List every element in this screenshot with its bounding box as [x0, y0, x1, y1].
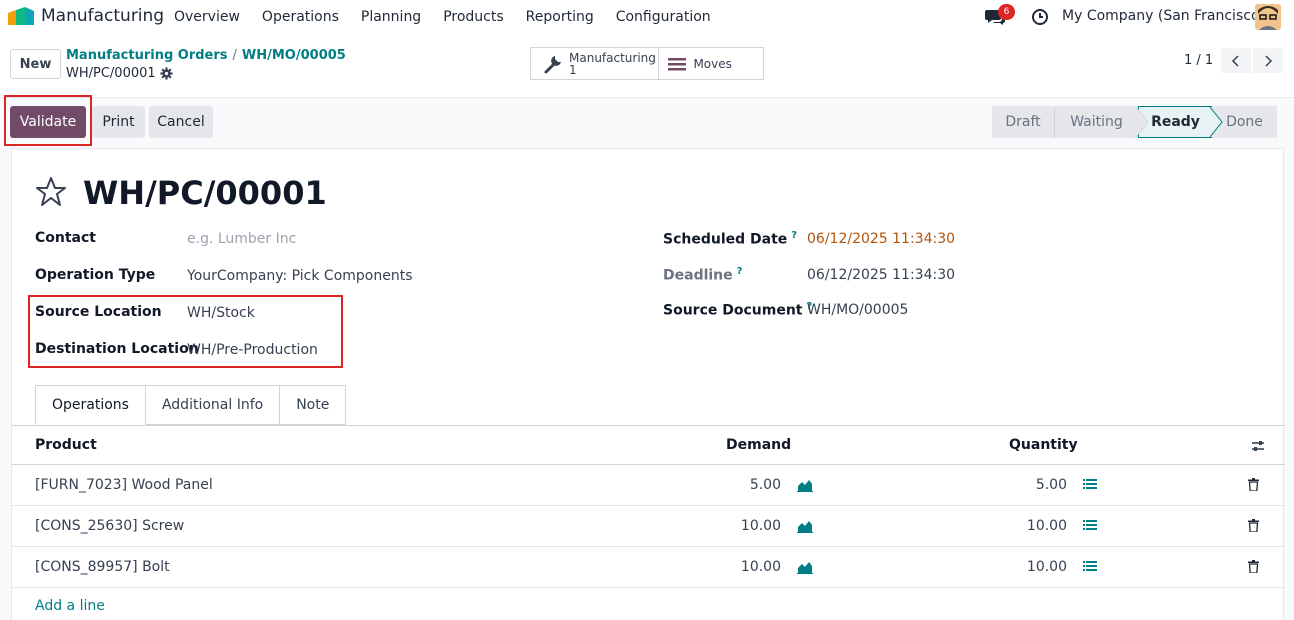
form-sheet: WH/PC/00001 Contact e.g. Lumber Inc Oper… — [11, 148, 1285, 620]
tab-operations[interactable]: Operations — [35, 385, 146, 425]
chevron-left-icon — [1231, 54, 1239, 67]
column-quantity[interactable]: Quantity — [1009, 437, 1078, 453]
moves-smart-label: Moves — [693, 56, 732, 71]
product-cell[interactable]: [CONS_25630] Screw — [35, 518, 184, 534]
print-button[interactable]: Print — [92, 106, 145, 138]
table-row[interactable]: [CONS_25630] Screw 10.00 10.00 — [12, 506, 1285, 547]
new-button[interactable]: New — [10, 49, 61, 79]
cancel-button[interactable]: Cancel — [149, 106, 213, 138]
help-icon[interactable]: ? — [791, 230, 797, 241]
pager-next-button[interactable] — [1253, 48, 1283, 73]
demand-cell: 5.00 — [749, 477, 781, 493]
stage-ready[interactable]: Ready — [1138, 106, 1212, 138]
deadline-field[interactable]: 06/12/2025 11:34:30 — [807, 267, 955, 283]
scheduled-date-field[interactable]: 06/12/2025 11:34:30 — [807, 231, 955, 247]
forecast-chart-icon[interactable] — [797, 519, 813, 533]
menu-configuration[interactable]: Configuration — [605, 9, 722, 25]
menu-overview[interactable]: Overview — [163, 9, 251, 25]
table-header: Product Demand Quantity — [12, 425, 1285, 465]
pager-previous-button[interactable] — [1221, 48, 1251, 73]
quantity-cell[interactable]: 10.00 — [997, 559, 1067, 575]
wrench-icon — [544, 55, 561, 73]
operation-type-label: Operation Type — [35, 267, 156, 283]
source-document-label: Source Document? — [663, 301, 813, 319]
moves-smart-button[interactable]: Moves — [659, 48, 763, 79]
chevron-right-icon — [1265, 54, 1273, 67]
main-menu: Overview Operations Planning Products Re… — [163, 0, 722, 34]
company-switcher[interactable]: My Company (San Francisco) — [1062, 8, 1265, 24]
manufacturing-smart-count: 1 — [569, 62, 577, 77]
table-row[interactable]: [CONS_89957] Bolt 10.00 10.00 — [12, 547, 1285, 588]
contact-label: Contact — [35, 230, 96, 246]
record-title: WH/PC/00001 — [83, 174, 327, 212]
product-cell[interactable]: [FURN_7023] Wood Panel — [35, 477, 213, 493]
forecast-chart-icon[interactable] — [797, 560, 813, 574]
optional-columns-icon[interactable] — [1251, 439, 1265, 453]
quantity-cell[interactable]: 10.00 — [997, 518, 1067, 534]
operation-type-field[interactable]: YourCompany: Pick Components — [187, 268, 413, 284]
manufacturing-smart-button[interactable]: Manufacturing 1 — [531, 48, 660, 79]
column-product[interactable]: Product — [35, 437, 97, 453]
operations-table: Product Demand Quantity [FURN_7023] Wood… — [12, 425, 1285, 588]
breadcrumb: Manufacturing Orders / WH/MO/00005 — [66, 48, 346, 63]
messages-count-badge: 6 — [998, 4, 1015, 20]
app-name[interactable]: Manufacturing — [41, 6, 164, 26]
control-panel: New Manufacturing Orders / WH/MO/00005 WH/… — [0, 34, 1294, 98]
source-document-field[interactable]: WH/MO/00005 — [807, 302, 908, 318]
status-bar: Validate Print Cancel Draft Waiting Read… — [0, 95, 1294, 148]
product-cell[interactable]: [CONS_89957] Bolt — [35, 559, 170, 575]
help-icon[interactable]: ? — [737, 266, 743, 277]
tab-note[interactable]: Note — [280, 385, 347, 425]
smart-buttons: Manufacturing 1 Moves — [530, 47, 764, 80]
user-avatar[interactable] — [1255, 4, 1281, 30]
validate-highlight-box — [4, 95, 92, 146]
breadcrumb-separator: / — [232, 48, 237, 63]
locations-highlight-box — [28, 295, 343, 368]
quantity-cell[interactable]: 5.00 — [997, 477, 1067, 493]
menu-products[interactable]: Products — [432, 9, 514, 25]
stage-pipeline: Draft Waiting Ready Done — [992, 106, 1277, 138]
menu-operations[interactable]: Operations — [251, 9, 350, 25]
scheduled-date-label: Scheduled Date? — [663, 230, 798, 248]
menu-planning[interactable]: Planning — [350, 9, 432, 25]
trash-icon[interactable] — [1248, 478, 1259, 491]
trash-icon[interactable] — [1248, 519, 1259, 532]
trash-icon[interactable] — [1248, 560, 1259, 573]
breadcrumb-mo-record[interactable]: WH/MO/00005 — [242, 48, 346, 63]
column-demand[interactable]: Demand — [726, 437, 791, 453]
tab-additional-info[interactable]: Additional Info — [145, 385, 281, 425]
breadcrumb-manufacturing-orders[interactable]: Manufacturing Orders — [66, 48, 228, 63]
forecast-chart-icon[interactable] — [797, 478, 813, 492]
current-record: WH/PC/00001 — [66, 66, 173, 81]
star-icon[interactable] — [35, 176, 67, 208]
contact-field[interactable]: e.g. Lumber Inc — [187, 231, 296, 247]
stage-waiting[interactable]: Waiting — [1054, 106, 1138, 138]
list-icon — [668, 57, 687, 70]
manufacturing-smart-label: Manufacturing — [569, 50, 656, 65]
stage-draft[interactable]: Draft — [992, 106, 1054, 138]
demand-cell: 10.00 — [740, 559, 781, 575]
detailed-operations-icon[interactable] — [1083, 519, 1097, 533]
gear-icon[interactable] — [160, 67, 173, 80]
notebook-tabs: Operations Additional Info Note — [35, 385, 347, 425]
stage-done[interactable]: Done — [1212, 106, 1277, 138]
record-name: WH/PC/00001 — [66, 66, 156, 81]
add-line-link[interactable]: Add a line — [35, 598, 105, 614]
pager-value[interactable]: 1 / 1 — [1184, 53, 1213, 68]
deadline-label: Deadline? — [663, 266, 743, 284]
detailed-operations-icon[interactable] — [1083, 478, 1097, 492]
clock-icon[interactable] — [1031, 8, 1049, 26]
table-row[interactable]: [FURN_7023] Wood Panel 5.00 5.00 — [12, 465, 1285, 506]
demand-cell: 10.00 — [740, 518, 781, 534]
top-navbar: Manufacturing Overview Operations Planni… — [0, 0, 1294, 34]
manufacturing-app-icon[interactable] — [8, 7, 34, 25]
detailed-operations-icon[interactable] — [1083, 560, 1097, 574]
menu-reporting[interactable]: Reporting — [515, 9, 605, 25]
